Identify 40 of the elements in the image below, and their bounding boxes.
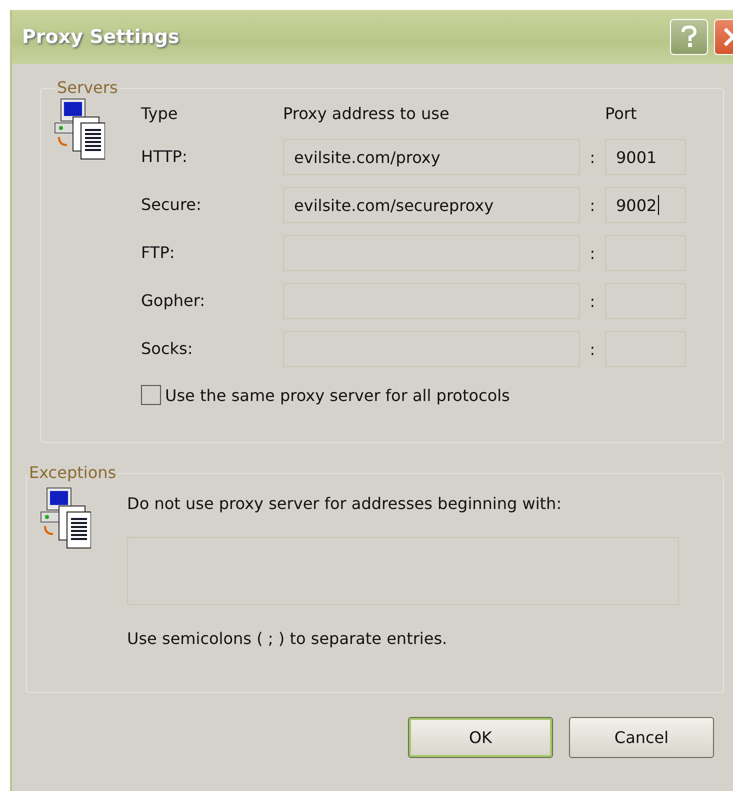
port-field[interactable] [605,331,686,367]
checkbox[interactable] [141,385,161,405]
address-field[interactable]: evilsite.com/proxy [283,139,580,175]
field-value: 9001 [616,148,657,166]
help-button[interactable] [670,19,708,55]
port-field[interactable]: 9002 [605,187,686,223]
exceptions-field[interactable] [127,537,679,605]
window-title: Proxy Settings [22,26,180,48]
network-computer-icon [39,486,91,550]
field-label: Socks: [141,338,194,360]
separator-text: : [588,340,596,358]
group-title: Exceptions [27,463,118,482]
network-computer-icon [53,97,105,161]
field-value: evilsite.com/proxy [294,148,440,166]
address-field[interactable] [283,331,580,367]
hint-text: Use semicolons ( ; ) to separate entries. [127,629,448,648]
cancel-button[interactable]: Cancel [569,717,714,758]
field-value: 9002 [616,196,657,214]
separator-text: : [588,196,596,214]
separator-text: : [588,148,596,166]
address-field[interactable]: evilsite.com/secureproxy [283,187,580,223]
ok-button[interactable]: OK [408,717,553,758]
exceptions-prompt: Do not use proxy server for addresses beginning with: [127,494,563,513]
address-field[interactable] [283,283,580,319]
field-label: Gopher: [141,290,206,312]
port-field[interactable]: 9001 [605,139,686,175]
field-label: HTTP: [141,146,188,168]
field-label: Secure: [141,194,202,216]
help-icon [679,25,699,49]
field-label: FTP: [141,242,176,264]
column-header: Port [605,103,638,125]
separator-text: : [588,292,596,310]
port-field[interactable] [605,283,686,319]
field-value: evilsite.com/secureproxy [294,196,494,214]
column-header: Type [141,103,179,125]
column-header: Proxy address to use [283,103,450,125]
port-field[interactable] [605,235,686,271]
checkbox-label: Use the same proxy server for all protocols [165,386,510,404]
address-field[interactable] [283,235,580,271]
separator-text: : [588,244,596,262]
